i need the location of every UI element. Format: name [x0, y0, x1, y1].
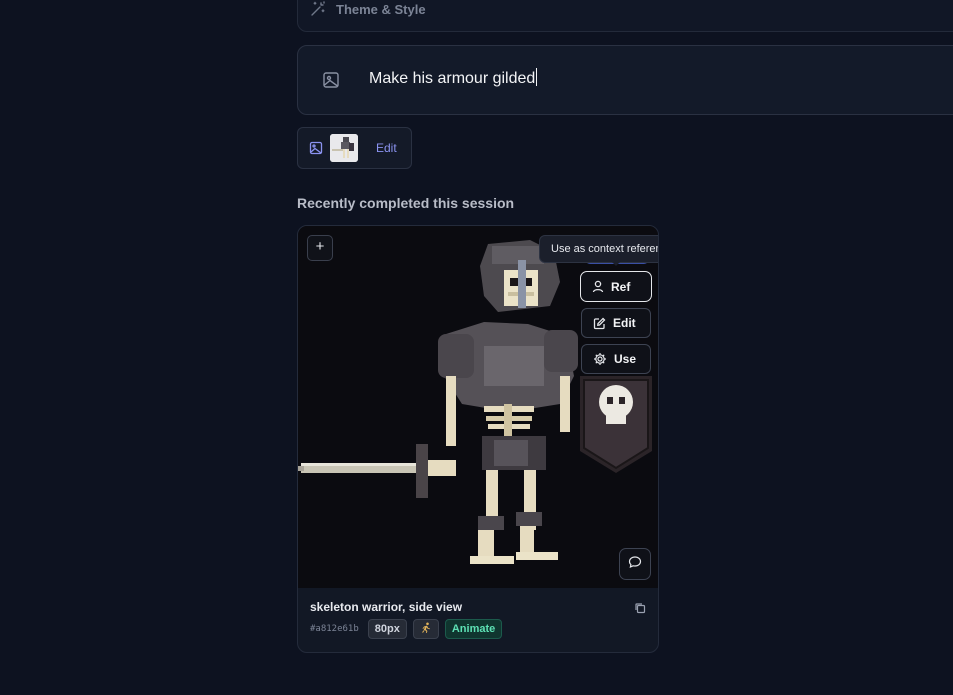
prompt-text[interactable]: Make his armour gilded: [369, 68, 538, 88]
ref-button[interactable]: Ref: [580, 271, 652, 302]
reference-image-chip[interactable]: Edit: [297, 127, 412, 169]
result-card[interactable]: + Use as context reference Ref Edi: [297, 225, 659, 653]
card-title: skeleton warrior, side view: [310, 600, 463, 614]
prompt-value: Make his armour gilded: [369, 70, 536, 87]
image-icon: [309, 141, 323, 160]
size-badge: 80px: [367, 619, 407, 639]
image-hash: #a812e61b: [310, 624, 359, 634]
section-title: Recently completed this session: [297, 195, 515, 211]
reference-edit-link[interactable]: Edit: [376, 141, 397, 155]
ref-button-label: Ref: [611, 279, 631, 294]
use-button-label: Use: [614, 352, 637, 366]
generated-image-preview[interactable]: + Use as context reference Ref Edi: [298, 226, 658, 588]
edit-button[interactable]: Edit: [581, 308, 651, 338]
animate-button[interactable]: Animate: [444, 619, 503, 639]
magic-wand-icon: [310, 1, 326, 17]
user-icon: [592, 280, 604, 293]
chat-bubble-icon: [628, 555, 642, 574]
running-figure-icon[interactable]: [412, 619, 439, 639]
theme-style-panel[interactable]: Theme & Style: [297, 0, 953, 32]
card-meta-row: #a812e61b 80px Animate: [310, 619, 503, 639]
copy-icon[interactable]: [634, 601, 646, 619]
image-icon[interactable]: [322, 71, 340, 94]
tooltip-tail: [611, 261, 621, 266]
gear-icon: [593, 352, 607, 366]
theme-style-label: Theme & Style: [336, 1, 426, 17]
pencil-square-icon: [593, 317, 606, 330]
reference-thumbnail[interactable]: [330, 134, 358, 162]
prompt-input[interactable]: Make his armour gilded: [297, 45, 953, 115]
edit-button-label: Edit: [613, 316, 636, 330]
theme-style-header[interactable]: Theme & Style: [310, 1, 426, 17]
tooltip: Use as context reference: [539, 235, 658, 263]
use-button[interactable]: Use: [581, 344, 651, 374]
text-caret: [536, 68, 538, 86]
app-root: Theme & Style Make his armour gilded Edi…: [0, 0, 953, 695]
comment-button[interactable]: [619, 548, 651, 580]
add-button[interactable]: +: [307, 235, 333, 261]
